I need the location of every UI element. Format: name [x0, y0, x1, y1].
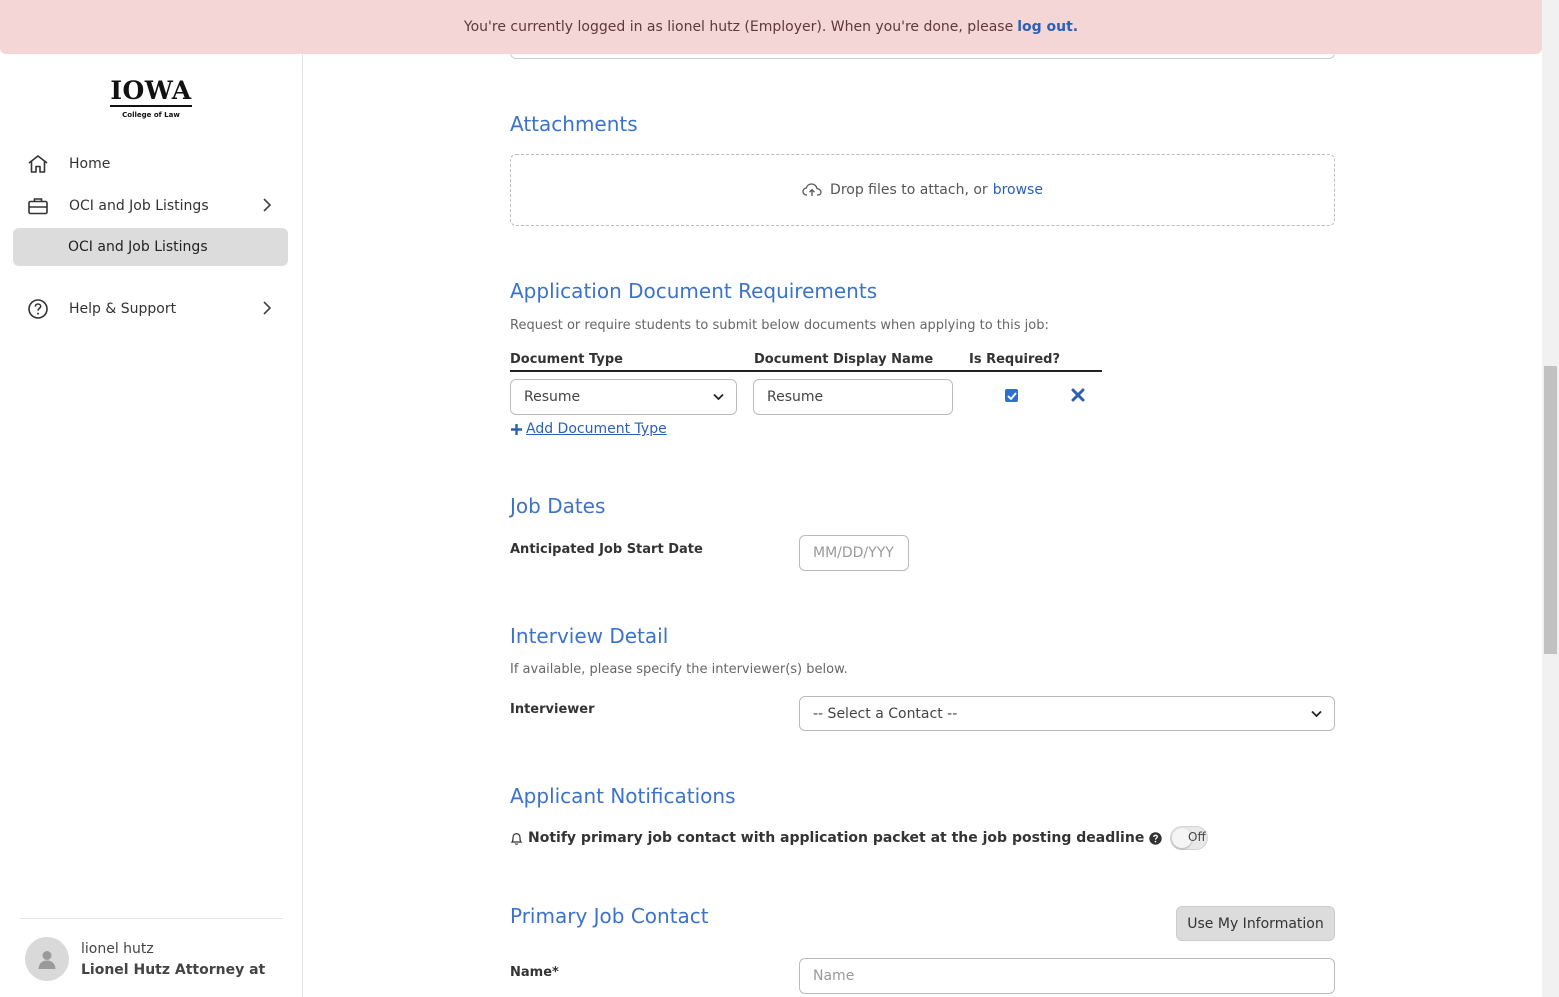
- job-dates-heading: Job Dates: [510, 494, 606, 518]
- sidebar-item-label: OCI and Job Listings: [69, 198, 209, 214]
- sidebar-item-help-support[interactable]: Help & Support: [14, 290, 288, 328]
- bell-icon: [510, 831, 523, 846]
- file-dropzone[interactable]: Drop files to attach, or browse: [510, 154, 1335, 226]
- remove-document-icon[interactable]: [1071, 388, 1085, 402]
- sidebar-item-label: Home: [69, 156, 111, 172]
- sidebar-item-home[interactable]: Home: [14, 145, 288, 183]
- banner-text: You're currently logged in as lionel hut…: [463, 19, 1014, 35]
- table-header-rule: [510, 370, 1102, 372]
- document-type-select[interactable]: Resume: [510, 379, 737, 415]
- chevron-down-icon: [713, 393, 724, 401]
- attachments-heading: Attachments: [510, 112, 638, 136]
- chevron-right-icon: [262, 197, 272, 217]
- use-my-information-button[interactable]: Use My Information: [1176, 906, 1335, 941]
- sidebar-divider: [20, 918, 283, 919]
- sidebar: IOWA College of Law Home OCI and Job Lis…: [0, 0, 303, 997]
- browse-link[interactable]: browse: [993, 182, 1043, 198]
- document-type-value: Resume: [524, 389, 581, 405]
- interview-detail-description: If available, please specify the intervi…: [510, 662, 848, 677]
- dropzone-text: Drop files to attach, or: [830, 182, 988, 198]
- start-date-placeholder: MM/DD/YYY: [813, 545, 894, 561]
- scrollbar-thumb[interactable]: [1544, 366, 1557, 654]
- chevron-down-icon: [1311, 710, 1322, 717]
- user-profile[interactable]: lionel hutz Lionel Hutz Attorney at L...: [25, 937, 271, 981]
- interviewer-label: Interviewer: [510, 702, 595, 717]
- start-date-label: Anticipated Job Start Date: [510, 542, 703, 557]
- cloud-upload-icon: [802, 182, 822, 198]
- chevron-right-icon: [262, 300, 272, 320]
- is-required-checkbox[interactable]: [1005, 389, 1018, 402]
- start-date-input[interactable]: MM/DD/YYY: [799, 535, 909, 571]
- logo-word: IOWA: [110, 76, 192, 107]
- sidebar-item-oci-job-listings[interactable]: OCI and Job Listings: [14, 187, 288, 225]
- contact-name-input[interactable]: Name: [799, 958, 1335, 994]
- help-circle-icon: [25, 296, 51, 322]
- question-circle-icon[interactable]: [1149, 831, 1163, 845]
- interview-detail-heading: Interview Detail: [510, 624, 669, 648]
- document-display-name-value: Resume: [767, 389, 824, 405]
- interviewer-select-value: -- Select a Contact --: [813, 705, 958, 722]
- add-document-type-link[interactable]: Add Document Type: [510, 421, 667, 437]
- document-requirements-heading: Application Document Requirements: [510, 279, 878, 303]
- column-header-is-required: Is Required?: [969, 352, 1061, 367]
- contact-name-placeholder: Name: [813, 968, 855, 984]
- toggle-state-label: Off: [1188, 830, 1206, 844]
- applicant-notifications-heading: Applicant Notifications: [510, 784, 736, 808]
- contact-name-label: Name*: [510, 965, 559, 980]
- user-name: lionel hutz: [81, 940, 154, 957]
- notify-label: Notify primary job contact with applicat…: [528, 830, 1145, 846]
- sidebar-subitem-oci-job-listings[interactable]: OCI and Job Listings: [13, 228, 288, 266]
- document-display-name-input[interactable]: Resume: [753, 379, 953, 415]
- primary-contact-heading: Primary Job Contact: [510, 904, 709, 928]
- user-organization: Lionel Hutz Attorney at L...: [81, 961, 271, 978]
- column-header-display-name: Document Display Name: [754, 352, 934, 367]
- iowa-law-logo[interactable]: IOWA College of Law: [110, 78, 192, 119]
- plus-icon: [511, 423, 522, 435]
- add-document-type-label: Add Document Type: [526, 421, 667, 437]
- logout-link[interactable]: log out.: [1017, 19, 1078, 35]
- home-icon: [25, 151, 51, 177]
- avatar: [25, 937, 69, 981]
- notify-toggle[interactable]: Off: [1170, 826, 1208, 850]
- interviewer-select[interactable]: -- Select a Contact --: [799, 696, 1335, 731]
- sidebar-item-label: OCI and Job Listings: [68, 239, 208, 255]
- login-banner: You're currently logged in as lionel hut…: [0, 0, 1542, 54]
- sidebar-item-label: Help & Support: [69, 301, 177, 317]
- column-header-document-type: Document Type: [510, 352, 623, 367]
- notify-row: Notify primary job contact with applicat…: [510, 830, 1163, 846]
- document-requirements-description: Request or require students to submit be…: [510, 318, 1049, 333]
- logo-subtitle: College of Law: [122, 111, 180, 119]
- briefcase-icon: [25, 193, 51, 219]
